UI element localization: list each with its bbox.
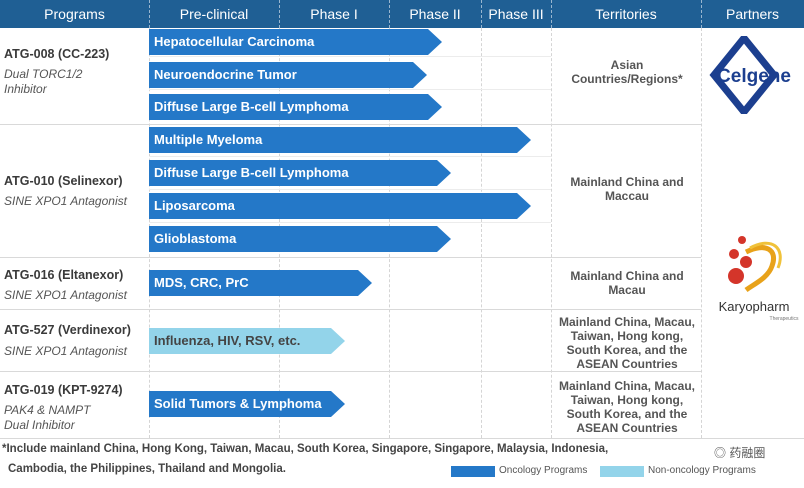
pipeline-bar: Diffuse Large B-cell Lymphoma (149, 94, 442, 120)
table-header: Programs Pre-clinical Phase I Phase II P… (0, 0, 804, 28)
header-divider (481, 0, 482, 28)
header-phase-1: Phase I (310, 6, 358, 22)
header-divider (551, 0, 552, 28)
legend-swatch-non-oncology (600, 466, 644, 477)
pipeline-bar: Multiple Myeloma (149, 127, 531, 153)
legend-label-non-oncology: Non-oncology Programs (648, 465, 756, 476)
subrow-divider (149, 156, 551, 157)
subrow-divider (149, 89, 551, 90)
karyopharm-logo-mark: Karyopharm Therapeutics (719, 236, 799, 322)
row-divider (0, 309, 701, 310)
pipeline-bar: Glioblastoma (149, 226, 451, 252)
watermark-text: 药融圈 (729, 446, 766, 460)
program-name: ATG-016 (Eltanexor) (4, 268, 124, 282)
karyopharm-logo: Karyopharm Therapeutics (706, 232, 802, 324)
row-divider (0, 124, 701, 125)
karyopharm-subtext: Therapeutics (770, 316, 799, 322)
territory-cell: Mainland China and Macau (570, 269, 684, 297)
program-name: ATG-008 (CC-223) (4, 47, 110, 61)
header-divider (279, 0, 280, 28)
program-name: ATG-010 (Selinexor) (4, 174, 123, 188)
header-divider (149, 0, 150, 28)
legend-label-oncology: Oncology Programs (499, 465, 588, 476)
program-mechanism: Dual TORC1/2 Inhibitor (4, 67, 83, 96)
program-mechanism: SINE XPO1 Antagonist (4, 344, 127, 358)
row-divider (0, 438, 804, 439)
pipeline-bar: Liposarcoma (149, 193, 531, 219)
pipeline-bar: Diffuse Large B-cell Lymphoma (149, 160, 451, 186)
territory-cell: Asian Countries/Regions* (571, 58, 683, 86)
subrow-divider (149, 56, 551, 57)
pipeline-bar: Solid Tumors & Lymphoma (149, 391, 345, 417)
pipeline-bar: MDS, CRC, PrC (149, 270, 372, 296)
row-divider (0, 257, 701, 258)
header-phase-3: Phase III (488, 6, 544, 22)
legend-swatch-oncology (451, 466, 495, 477)
celgene-logo-mark: Celgene (709, 32, 791, 118)
watermark: ◎ 药融圈 (710, 444, 770, 461)
header-preclinical: Pre-clinical (179, 6, 249, 22)
pipeline-bar: Hepatocellular Carcinoma (149, 29, 442, 55)
program-mechanism: SINE XPO1 Antagonist (4, 194, 127, 208)
subrow-divider (149, 189, 551, 190)
pipeline-bar: Influenza, HIV, RSV, etc. (149, 328, 345, 354)
header-territories: Territories (595, 6, 657, 22)
territory-cell: Mainland China and Maccau (570, 175, 684, 203)
program-mechanism: PAK4 & NAMPT Dual Inhibitor (4, 403, 91, 432)
program-name: ATG-527 (Verdinexor) (4, 323, 131, 337)
celgene-logo: Celgene (704, 32, 802, 118)
header-divider (701, 0, 702, 28)
row-divider (0, 371, 701, 372)
header-programs: Programs (44, 6, 105, 22)
program-mechanism: SINE XPO1 Antagonist (4, 288, 127, 302)
grid-line (701, 28, 702, 438)
header-phase-2: Phase II (409, 6, 461, 22)
program-name: ATG-019 (KPT-9274) (4, 383, 123, 397)
karyopharm-wordmark: Karyopharm (719, 299, 790, 314)
footnote-line-2: Cambodia, the Philippines, Thailand and … (8, 463, 286, 475)
wechat-icon: ◎ (714, 446, 727, 460)
header-divider (389, 0, 390, 28)
footnote-line-1: *Include mainland China, Hong Kong, Taiw… (2, 443, 609, 455)
celgene-wordmark: Celgene (717, 66, 791, 87)
territory-cell: Mainland China, Macau, Taiwan, Hong kong… (558, 379, 696, 435)
subrow-divider (149, 222, 551, 223)
pipeline-bar: Neuroendocrine Tumor (149, 62, 427, 88)
grid-line (551, 28, 552, 438)
header-partners: Partners (726, 6, 779, 22)
territory-cell: Mainland China, Macau, Taiwan, Hong kong… (558, 315, 696, 371)
